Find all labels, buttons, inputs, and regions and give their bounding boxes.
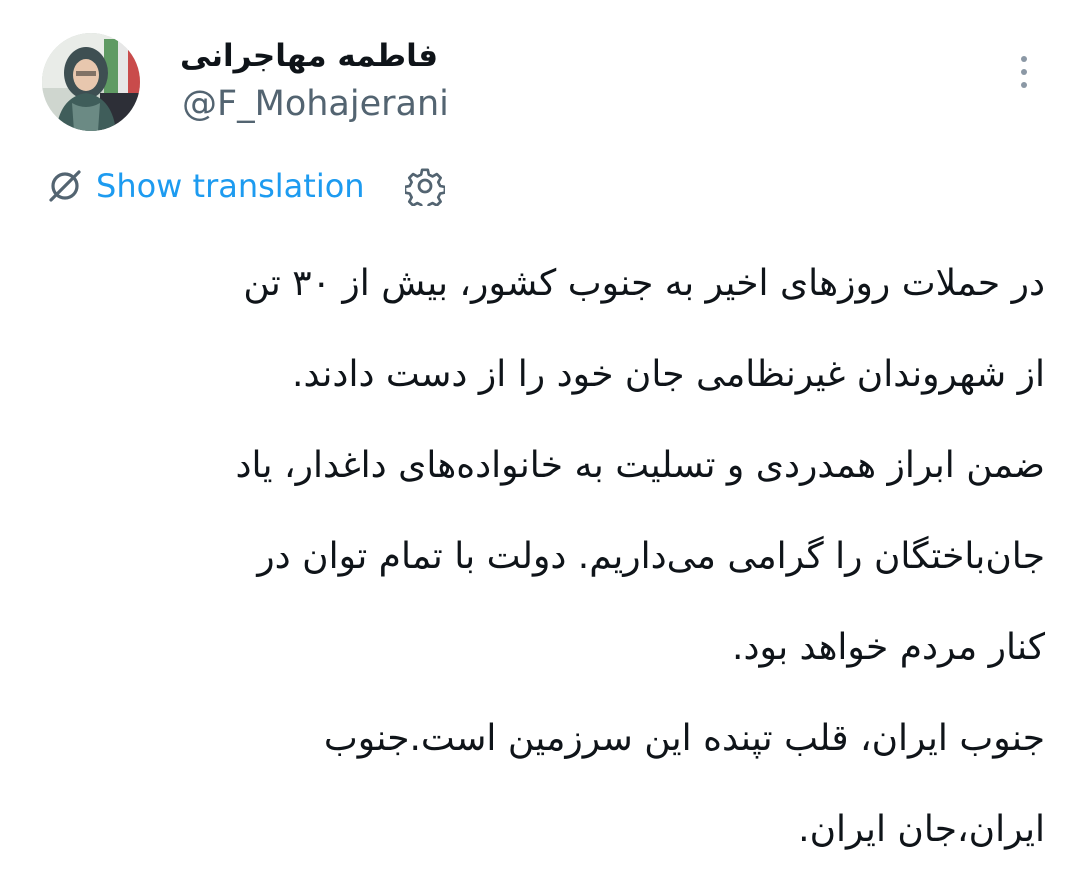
more-options-button[interactable] [1004, 50, 1044, 94]
tweet-text-line: جنوب ایران، قلب تپنده این سرزمین است.جنو… [323, 718, 1045, 759]
more-vertical-icon-dot [1021, 69, 1027, 75]
avatar[interactable] [42, 33, 140, 131]
username-handle[interactable]: @F_Mohajerani [182, 82, 449, 126]
tweet-text-line: ضمن ابراز همدردی و تسلیت به خانواده‌های … [235, 445, 1045, 486]
show-translation-link[interactable]: Show translation [96, 166, 365, 206]
tweet-text-line: از شهروندان غیرنظامی جان خود را از دست د… [292, 354, 1045, 395]
more-vertical-icon-dot [1021, 82, 1027, 88]
tweet-text-line: کنار مردم خواهد بود. [732, 627, 1045, 668]
translate-icon [49, 170, 81, 202]
profile-photo [42, 33, 140, 131]
gear-icon[interactable] [404, 166, 445, 206]
tweet-card: فاطمه مهاجرانی @F_Mohajerani Show transl… [0, 0, 1080, 894]
tweet-text-line: جان‌باختگان را گرامی می‌داریم. دولت با ت… [257, 536, 1045, 577]
translation-bar: Show translation [46, 166, 445, 206]
tweet-text: در حملات روزهای اخیر به جنوب کشور، بیش ا… [60, 250, 1045, 887]
more-vertical-icon [1021, 56, 1027, 62]
tweet-text-line: در حملات روزهای اخیر به جنوب کشور، بیش ا… [243, 263, 1045, 304]
tweet-text-line: ایران،جان ایران. [798, 809, 1045, 850]
display-name[interactable]: فاطمه مهاجرانی [180, 36, 440, 76]
